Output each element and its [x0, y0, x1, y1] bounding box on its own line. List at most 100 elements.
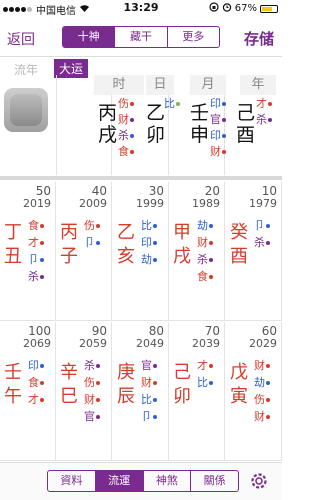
dayun-branch: 辰: [117, 386, 135, 407]
ten-god-label: 财: [118, 114, 134, 126]
dayun-age: 30: [148, 184, 164, 198]
dayun-age: 10: [261, 184, 277, 198]
ten-god-label: 食: [197, 271, 213, 283]
ten-god-label: 印: [210, 130, 226, 142]
dayun-branch: 寅: [230, 386, 248, 407]
bazi-chart: 流年 大运 时 日 月 年 丙戌伤财杀食乙卯比壬申印官印财己酉才杀: [0, 58, 282, 176]
pillar-head-year: 年: [240, 75, 276, 95]
dayun-year: 2019: [23, 197, 51, 210]
ten-god-label: 卩: [84, 237, 100, 249]
ten-god-label: 印: [210, 98, 226, 110]
element-dot: [153, 381, 157, 385]
dayun-year: 2039: [192, 337, 220, 350]
ten-god-label: 卩: [141, 411, 157, 423]
pillar-branch-year: 酉: [236, 124, 256, 146]
ten-god-label: 伤: [118, 98, 134, 110]
dayun-cell[interactable]: 70 2039 己卯 才比: [169, 322, 225, 460]
dayun-stem: 庚: [117, 362, 135, 383]
dayun-cell[interactable]: 100 2069 壬午 印食才: [0, 322, 56, 460]
element-dot: [266, 241, 270, 245]
dayun-stem: 乙: [117, 222, 135, 243]
dayun-year: 2009: [79, 197, 107, 210]
ten-god-label: 伤: [84, 220, 100, 232]
dayun-branch: 午: [4, 386, 22, 407]
element-dot: [96, 241, 100, 245]
ten-god-label: 食: [118, 146, 134, 158]
element-dot: [130, 150, 134, 154]
dayun-age: 40: [91, 184, 107, 198]
ten-god-label: 才: [197, 360, 213, 372]
tab-dayun[interactable]: 大运: [54, 59, 89, 78]
ten-god-label: 官: [210, 114, 226, 126]
tab-relations[interactable]: 關係: [191, 471, 238, 491]
divider: [56, 75, 57, 175]
element-dot: [268, 102, 272, 106]
dayun-age: 50: [35, 184, 51, 198]
dayun-age: 60: [261, 324, 277, 338]
gear-icon[interactable]: [249, 471, 269, 491]
dayun-year: 1979: [249, 197, 277, 210]
element-dot: [266, 415, 270, 419]
ten-god-label: 杀: [118, 130, 134, 142]
pillar-branch-hour: 戌: [98, 124, 118, 146]
dayun-stem: 甲: [173, 222, 191, 243]
ten-god-label: 劫: [141, 254, 157, 266]
element-dot: [40, 398, 44, 402]
ten-god-label: 才: [28, 394, 44, 406]
pillar-head-day: 日: [146, 75, 174, 95]
nav-header: 返回 十神 藏干 更多 存储: [0, 17, 282, 57]
row-divider: [0, 320, 282, 321]
ten-god-label: 官: [141, 360, 157, 372]
element-dot: [222, 102, 226, 106]
element-dot: [209, 381, 213, 385]
element-dot: [209, 275, 213, 279]
dayun-stem: 丁: [4, 222, 22, 243]
element-dot: [96, 364, 100, 368]
dayun-cell[interactable]: 60 2029 戊寅财劫伤财: [226, 322, 282, 460]
tab-shishen[interactable]: 十神: [63, 27, 116, 47]
bottom-segment-control: 資料 流運 神煞 關係: [47, 470, 239, 492]
ten-god-label: 才: [28, 237, 44, 249]
dayun-cell[interactable]: 10 1979 癸酉 卩杀: [226, 182, 282, 320]
tab-profile[interactable]: 資料: [48, 471, 96, 491]
dayun-cell[interactable]: 20 1989 甲戌 劫财杀食: [169, 182, 225, 320]
dayun-cell[interactable]: 30 1999 乙亥 比印劫: [113, 182, 169, 320]
dayun-cell[interactable]: 90 2059 辛巳 杀伤财官: [56, 322, 112, 460]
element-dot: [209, 241, 213, 245]
save-button[interactable]: 存储: [244, 28, 274, 49]
element-dot: [40, 364, 44, 368]
element-dot: [153, 415, 157, 419]
dayun-year: 2069: [23, 337, 51, 350]
dayun-cell[interactable]: 80 2049 庚辰 官财比卩: [113, 322, 169, 460]
dayun-cell[interactable]: 40 2009 丙子 伤卩: [56, 182, 112, 320]
ten-god-label: 财: [141, 377, 157, 389]
element-dot: [266, 224, 270, 228]
ten-god-label: 劫: [197, 220, 213, 232]
ten-god-label: 比: [164, 98, 180, 110]
tab-liunian[interactable]: 流年: [14, 61, 38, 78]
ten-god-label: 官: [84, 411, 100, 423]
tab-canggan[interactable]: 藏干: [115, 27, 168, 47]
element-dot: [222, 134, 226, 138]
avatar[interactable]: [4, 88, 48, 132]
ten-god-label: 食: [28, 377, 44, 389]
element-dot: [40, 381, 44, 385]
ten-god-label: 财: [254, 411, 270, 423]
ten-god-label: 财: [84, 394, 100, 406]
tab-liuyun[interactable]: 流運: [95, 471, 144, 491]
element-dot: [40, 258, 44, 262]
back-button[interactable]: 返回: [7, 29, 35, 49]
battery-icon: [260, 4, 278, 13]
tab-shensha[interactable]: 神煞: [144, 471, 192, 491]
dayun-cell[interactable]: 50 2019 丁丑 食才卩杀: [0, 182, 56, 320]
ten-god-label: 比: [141, 220, 157, 232]
element-dot: [209, 224, 213, 228]
element-dot: [153, 398, 157, 402]
ten-god-label: 印: [28, 360, 44, 372]
ten-god-label: 杀: [84, 360, 100, 372]
element-dot: [153, 258, 157, 262]
ten-god-label: 印: [141, 237, 157, 249]
dayun-branch: 亥: [117, 246, 135, 267]
lock-rotation-icon: [209, 2, 219, 15]
tab-more[interactable]: 更多: [168, 27, 219, 47]
